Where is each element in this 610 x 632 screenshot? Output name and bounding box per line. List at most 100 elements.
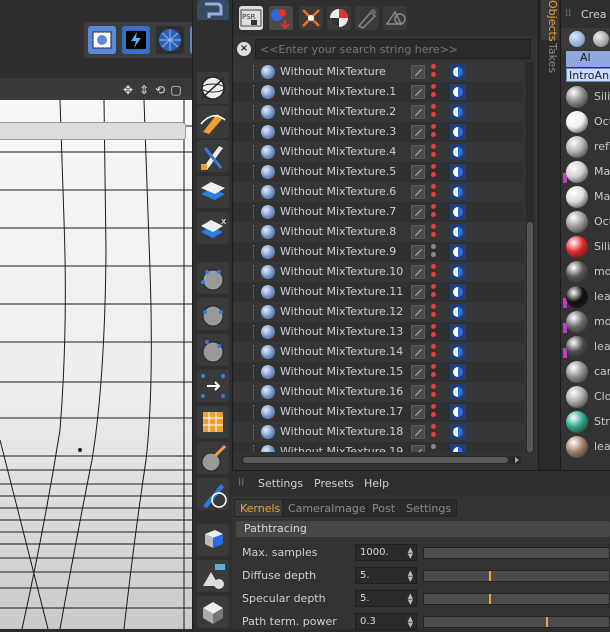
visibility-dots[interactable] (431, 324, 437, 340)
material-ball-icon[interactable] (569, 31, 585, 47)
stepper-arrows-icon[interactable]: ▲ ▼ (408, 570, 413, 583)
material-item[interactable]: Strap (563, 410, 610, 435)
material-preview-icon[interactable] (593, 31, 609, 47)
object-label[interactable]: Without MixTexture.8 (280, 225, 396, 238)
search-input[interactable] (255, 39, 531, 59)
object-row[interactable]: Without MixTexture.6 (233, 182, 523, 202)
material-tag-icon[interactable] (450, 164, 466, 180)
object-row[interactable]: Without MixTexture.19 (233, 442, 523, 452)
stepper-arrows-icon[interactable]: ▲ ▼ (408, 547, 413, 560)
object-label[interactable]: Without MixTexture.14 (280, 345, 403, 358)
object-label[interactable]: Without MixTexture.19 (280, 445, 403, 452)
object-row[interactable]: Without MixTexture.9 (233, 242, 523, 262)
object-label[interactable]: Without MixTexture (280, 65, 386, 78)
tab-cameraimager[interactable]: CameraImager (282, 499, 377, 517)
visibility-dots[interactable] (431, 104, 437, 120)
layer-toggle-icon[interactable] (411, 125, 425, 139)
object-row[interactable]: Without MixTexture.2 (233, 102, 523, 122)
object-row[interactable]: Without MixTexture.12 (233, 302, 523, 322)
object-row[interactable]: Without MixTexture.15 (233, 362, 523, 382)
extrude-delete-icon[interactable]: x (197, 212, 229, 244)
polygon-mode-icon[interactable] (197, 334, 229, 366)
material-tag-icon[interactable] (450, 324, 466, 340)
object-label[interactable]: Without MixTexture.6 (280, 185, 396, 198)
render-view-icon[interactable] (88, 26, 116, 54)
material-tab-all[interactable]: Al (566, 51, 610, 67)
pen-spline-icon[interactable] (197, 106, 229, 138)
move-vertical-icon[interactable]: ⇕ (138, 83, 150, 97)
layer-toggle-icon[interactable] (411, 425, 425, 439)
object-row[interactable]: Without MixTexture.10 (233, 262, 523, 282)
material-item[interactable]: Octa (563, 110, 610, 135)
object-row[interactable]: Without MixTexture.13 (233, 322, 523, 342)
object-row[interactable]: Without MixTexture.8 (233, 222, 523, 242)
material-item[interactable]: refle (563, 135, 610, 160)
object-row[interactable]: Without MixTexture (233, 62, 523, 82)
material-item[interactable]: Silic (563, 235, 610, 260)
object-row[interactable]: Without MixTexture.11 (233, 282, 523, 302)
material-tag-icon[interactable] (450, 344, 466, 360)
menu-help[interactable]: Help (364, 477, 389, 490)
material-tag-icon[interactable] (450, 284, 466, 300)
material-item[interactable]: leat (563, 335, 610, 360)
value-field[interactable]: 1000. ▲ ▼ (355, 544, 417, 561)
value-slider[interactable] (423, 616, 610, 628)
object-label[interactable]: Without MixTexture.7 (280, 205, 396, 218)
material-tag-icon[interactable] (450, 424, 466, 440)
visibility-dots[interactable] (431, 444, 437, 452)
layer-toggle-icon[interactable] (411, 385, 425, 399)
knife-tool-icon[interactable] (197, 140, 229, 172)
material-tag-icon[interactable] (450, 224, 466, 240)
magnet-tool-icon[interactable] (197, 442, 229, 474)
object-row[interactable]: Without MixTexture.14 (233, 342, 523, 362)
stepper-arrows-icon[interactable]: ▲ ▼ (408, 593, 413, 606)
paint-brush-icon[interactable] (197, 478, 229, 510)
object-label[interactable]: Without MixTexture.18 (280, 425, 403, 438)
object-row[interactable]: Without MixTexture.17 (233, 402, 523, 422)
visibility-dots[interactable] (431, 224, 437, 240)
menu-settings[interactable]: Settings (258, 477, 303, 490)
object-label[interactable]: Without MixTexture.4 (280, 145, 396, 158)
visibility-dots[interactable] (431, 244, 437, 260)
object-label[interactable]: Without MixTexture.2 (280, 105, 396, 118)
objects-add-icon[interactable] (269, 6, 293, 30)
cube-move-icon[interactable] (197, 524, 229, 556)
object-label[interactable]: Without MixTexture.9 (280, 245, 396, 258)
material-tag-icon[interactable] (450, 104, 466, 120)
value-field[interactable]: 5. ▲ ▼ (355, 567, 417, 584)
material-tag-icon[interactable] (450, 144, 466, 160)
psr-icon[interactable]: PSR (239, 6, 263, 30)
extrude-icon[interactable] (197, 176, 229, 208)
menu-create[interactable]: Crea (581, 8, 606, 21)
visibility-dots[interactable] (431, 184, 437, 200)
object-list-h-scroll-thumb[interactable] (243, 457, 508, 463)
slide-tool-icon[interactable] (197, 370, 229, 402)
material-item[interactable]: leat (563, 435, 610, 460)
material-layer-intro[interactable]: IntroAni (566, 68, 610, 82)
visibility-dots[interactable] (431, 384, 437, 400)
close-icon[interactable]: × (237, 42, 251, 56)
object-row[interactable]: Without MixTexture.1 (233, 82, 523, 102)
slider-marker[interactable] (489, 571, 491, 581)
value-slider[interactable] (423, 593, 610, 605)
tab-kernels[interactable]: Kernels (234, 499, 287, 517)
visibility-dots[interactable] (431, 204, 437, 220)
layer-toggle-icon[interactable] (411, 265, 425, 279)
material-item[interactable]: Mat (563, 185, 610, 210)
material-item[interactable]: Silic (563, 85, 610, 110)
material-tag-icon[interactable] (450, 404, 466, 420)
layer-toggle-icon[interactable] (411, 405, 425, 419)
viewport[interactable]: ✥ ⇕ ⟲ ▢ (0, 0, 192, 629)
slider-marker[interactable] (489, 594, 491, 604)
brush-tool-icon[interactable] (355, 6, 379, 30)
visibility-dots[interactable] (431, 144, 437, 160)
object-row[interactable]: Without MixTexture.16 (233, 382, 523, 402)
layer-toggle-icon[interactable] (411, 445, 425, 452)
object-label[interactable]: Without MixTexture.5 (280, 165, 396, 178)
material-item[interactable]: Mat (563, 160, 610, 185)
edge-mode-icon[interactable] (197, 298, 229, 330)
object-label[interactable]: Without MixTexture.10 (280, 265, 403, 278)
visibility-dots[interactable] (431, 284, 437, 300)
material-item[interactable]: Clo (563, 385, 610, 410)
layer-toggle-icon[interactable] (411, 205, 425, 219)
